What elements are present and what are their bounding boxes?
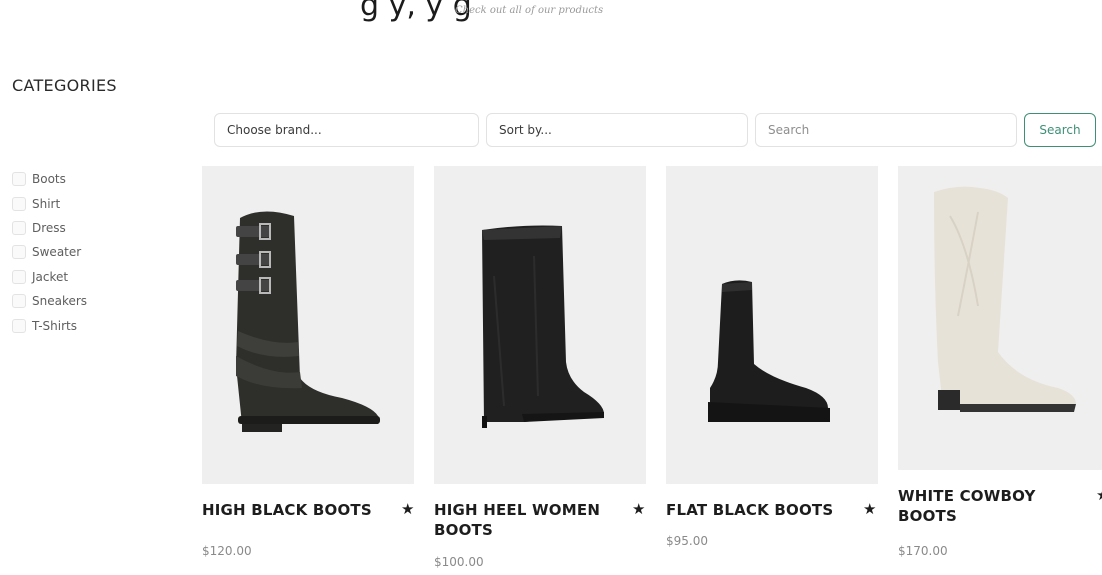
category-item-t-shirts[interactable]: T-Shirts: [12, 313, 87, 337]
category-label: Boots: [32, 172, 66, 187]
sort-select-placeholder: Sort by...: [499, 123, 552, 137]
product-price: $100.00: [434, 555, 484, 569]
sort-select[interactable]: Sort by...: [486, 113, 748, 147]
product-card[interactable]: HIGH BLACK BOOTS ★ $120.00: [202, 166, 414, 558]
category-checkbox[interactable]: [12, 172, 26, 187]
product-image-high-heel-women-boots[interactable]: [434, 166, 646, 484]
star-icon[interactable]: ★: [863, 500, 876, 518]
product-name[interactable]: FLAT BLACK BOOTS: [666, 500, 848, 520]
brand-select-placeholder: Choose brand...: [227, 123, 322, 137]
product-price: $120.00: [202, 544, 252, 558]
boot-illustration: [934, 186, 1076, 412]
category-checkbox[interactable]: [12, 196, 26, 211]
category-item-jacket[interactable]: Jacket: [12, 265, 87, 289]
category-checkbox[interactable]: [12, 318, 26, 333]
category-checkbox[interactable]: [12, 294, 26, 309]
product-card[interactable]: WHITE COWBOY BOOTS ★ $170.00: [898, 166, 1102, 558]
brand-select[interactable]: Choose brand...: [214, 113, 479, 147]
product-card[interactable]: HIGH HEEL WOMEN BOOTS ★ $100.00: [434, 166, 646, 569]
product-card[interactable]: FLAT BLACK BOOTS ★ $95.00: [666, 166, 878, 548]
categories-title: CATEGORIES: [12, 76, 117, 95]
category-label: Sneakers: [32, 294, 88, 309]
star-icon[interactable]: ★: [401, 500, 414, 518]
product-name[interactable]: WHITE COWBOY BOOTS: [898, 486, 1080, 526]
boot-illustration: [708, 280, 830, 422]
category-label: Dress: [32, 220, 66, 235]
category-label: Sweater: [32, 245, 82, 260]
category-item-shirt[interactable]: Shirt: [12, 191, 87, 215]
boot-illustration: [236, 211, 380, 432]
product-image-high-black-boots[interactable]: [202, 166, 414, 484]
category-item-boots[interactable]: Boots: [12, 167, 87, 191]
boot-illustration: [482, 225, 604, 428]
star-icon[interactable]: ★: [632, 500, 645, 518]
search-button[interactable]: Search: [1024, 113, 1096, 147]
category-checkbox[interactable]: [12, 245, 26, 260]
product-name[interactable]: HIGH BLACK BOOTS: [202, 500, 384, 520]
category-checkbox[interactable]: [12, 269, 26, 284]
category-checkbox[interactable]: [12, 220, 26, 235]
product-name[interactable]: HIGH HEEL WOMEN BOOTS: [434, 500, 616, 540]
category-label: Jacket: [32, 269, 69, 284]
category-label: T-Shirts: [32, 318, 78, 333]
category-list: Boots Shirt Dress Sweater Jacket Sneaker…: [12, 167, 87, 338]
category-item-sneakers[interactable]: Sneakers: [12, 289, 87, 313]
star-icon[interactable]: ★: [1096, 486, 1102, 504]
search-input[interactable]: [755, 113, 1017, 147]
page-hero-subtitle: Check out all of our products: [455, 5, 604, 16]
category-label: Shirt: [32, 196, 61, 211]
category-item-sweater[interactable]: Sweater: [12, 240, 87, 264]
product-image-flat-black-boots[interactable]: [666, 166, 878, 484]
product-price: $95.00: [666, 534, 708, 548]
product-price: $170.00: [898, 544, 948, 558]
category-item-dress[interactable]: Dress: [12, 216, 87, 240]
product-image-white-cowboy-boots[interactable]: [898, 166, 1102, 470]
